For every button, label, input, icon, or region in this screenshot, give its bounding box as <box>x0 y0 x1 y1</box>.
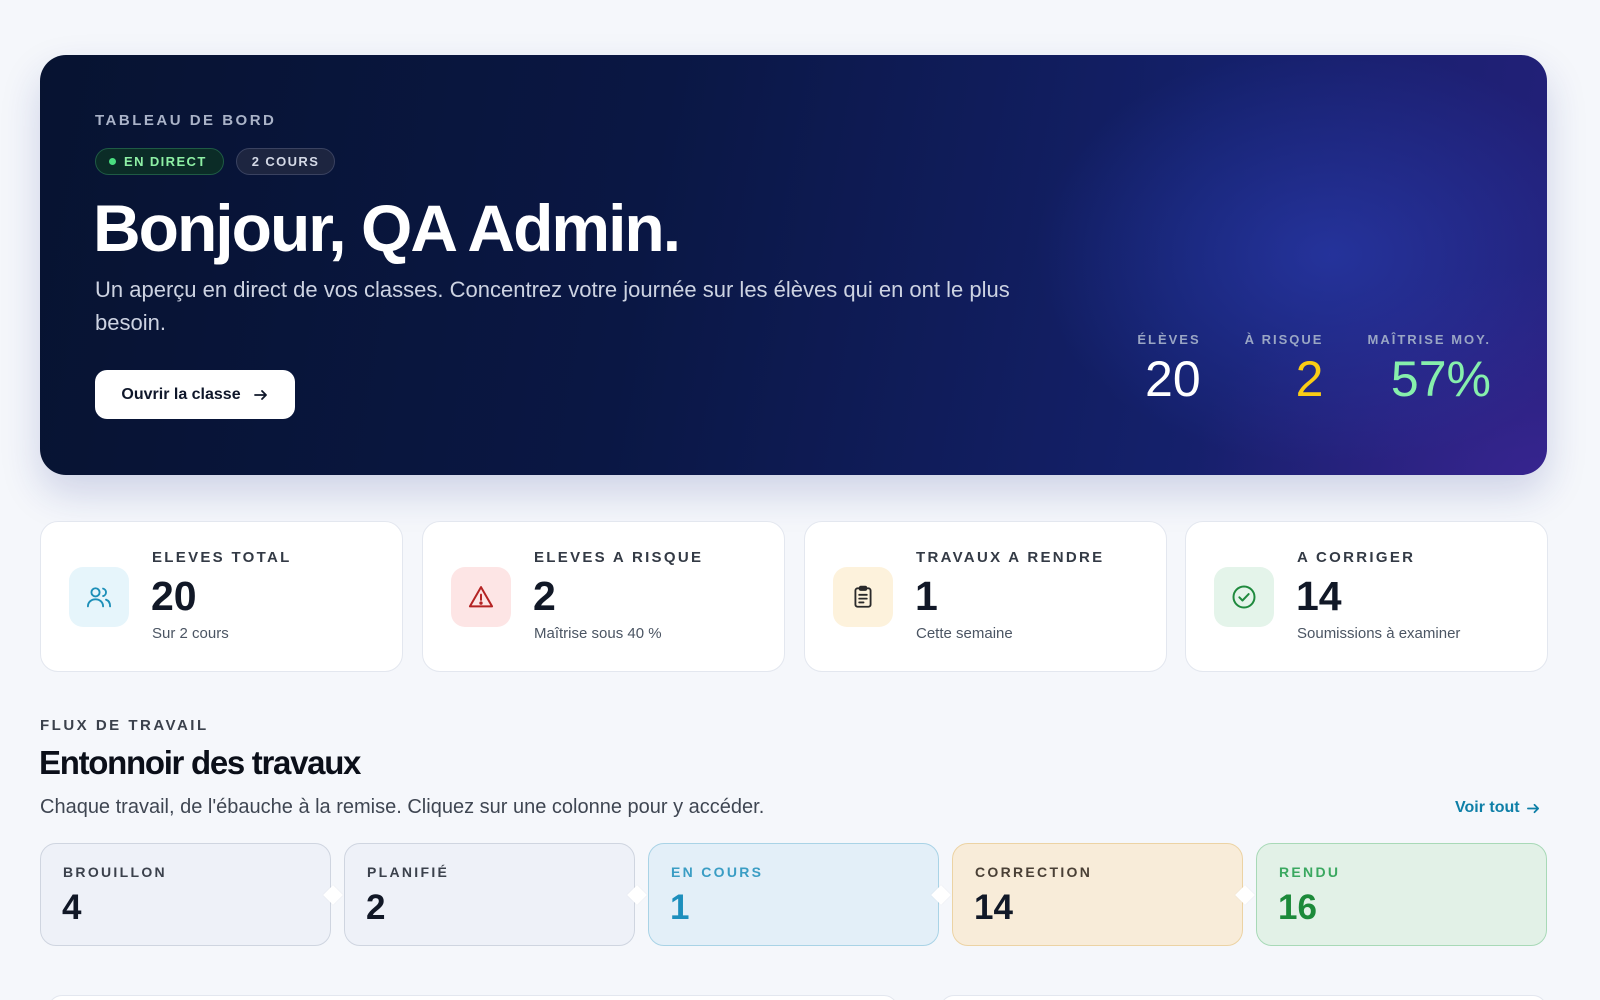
kpi-value: 1 <box>915 573 938 619</box>
stage-label: RENDU <box>1279 864 1341 880</box>
hero-stat-value: 2 <box>1295 351 1324 407</box>
open-class-button[interactable]: Ouvrir la classe <box>95 370 295 419</box>
kpi-label: ELEVES A RISQUE <box>534 549 704 566</box>
live-badge-label: EN DIRECT <box>124 154 207 169</box>
stage-value: 4 <box>62 888 82 927</box>
warning-icon <box>451 567 511 627</box>
funnel-stage-grading[interactable]: CORRECTION 14 <box>952 843 1243 946</box>
open-class-button-label: Ouvrir la classe <box>121 385 241 403</box>
hero-stat-at-risk: À RISQUE 2 <box>1245 332 1324 407</box>
courses-badge: 2 COURS <box>236 148 335 175</box>
hero-stat-label: MAÎTRISE MOY. <box>1367 332 1491 347</box>
kpi-card-to-grade[interactable]: A CORRIGER 14 Soumissions à examiner <box>1185 521 1548 672</box>
kpi-subtext: Sur 2 cours <box>152 625 229 642</box>
hero-stat-students: ÉLÈVES 20 <box>1137 332 1200 407</box>
hero-stat-label: À RISQUE <box>1244 332 1324 347</box>
hero-stat-value: 20 <box>1145 351 1201 407</box>
see-all-label: Voir tout <box>1455 799 1520 816</box>
check-circle-icon <box>1214 567 1274 627</box>
hero-stats: ÉLÈVES 20 À RISQUE 2 MAÎTRISE MOY. 57% <box>1137 332 1491 407</box>
stage-value: 1 <box>670 888 690 927</box>
funnel-stage-in-progress[interactable]: EN COURS 1 <box>648 843 939 946</box>
stage-value: 14 <box>974 888 1013 927</box>
stage-value: 2 <box>366 888 386 927</box>
users-icon <box>69 567 129 627</box>
lower-panel-left <box>48 995 898 1000</box>
live-badge: EN DIRECT <box>95 148 224 175</box>
hero-banner: TABLEAU DE BORD EN DIRECT 2 COURS Bonjou… <box>40 55 1547 475</box>
kpi-subtext: Maîtrise sous 40 % <box>534 625 662 642</box>
funnel-stage-returned[interactable]: RENDU 16 <box>1256 843 1547 946</box>
lower-panel-right <box>940 995 1547 1000</box>
hero-subtitle: Un aperçu en direct de vos classes. Conc… <box>95 277 1010 335</box>
hero-eyebrow: TABLEAU DE BORD <box>95 112 277 129</box>
page-title: Bonjour, QA Admin. <box>93 191 681 265</box>
funnel-stage-planned[interactable]: PLANIFIÉ 2 <box>344 843 635 946</box>
stage-label: BROUILLON <box>63 864 167 880</box>
kpi-card-total-students[interactable]: ELEVES TOTAL 20 Sur 2 cours <box>40 521 403 672</box>
stage-label: CORRECTION <box>975 864 1093 880</box>
kpi-value: 14 <box>1296 573 1342 619</box>
kpi-card-at-risk[interactable]: ELEVES A RISQUE 2 Maîtrise sous 40 % <box>422 521 785 672</box>
arrow-right-icon <box>1526 801 1541 816</box>
hero-stat-value: 57% <box>1390 351 1491 407</box>
stage-label: PLANIFIÉ <box>367 864 450 880</box>
funnel-stage-draft[interactable]: BROUILLON 4 <box>40 843 331 946</box>
kpi-card-assignments-due[interactable]: TRAVAUX A RENDRE 1 Cette semaine <box>804 521 1167 672</box>
kpi-label: A CORRIGER <box>1297 549 1416 566</box>
kpi-label: ELEVES TOTAL <box>152 549 292 566</box>
section-title: Entonnoir des travaux <box>39 744 361 781</box>
clipboard-icon <box>833 567 893 627</box>
section-subtitle: Chaque travail, de l'ébauche à la remise… <box>40 796 765 818</box>
live-dot-icon <box>109 158 116 165</box>
kpi-subtext: Cette semaine <box>916 625 1013 642</box>
see-all-link[interactable]: Voir tout <box>1455 799 1541 817</box>
kpi-label: TRAVAUX A RENDRE <box>916 549 1105 566</box>
kpi-value: 2 <box>533 573 556 619</box>
stage-label: EN COURS <box>671 864 764 880</box>
kpi-subtext: Soumissions à examiner <box>1297 625 1461 642</box>
hero-stat-label: ÉLÈVES <box>1137 332 1201 347</box>
section-eyebrow: FLUX DE TRAVAIL <box>40 717 209 734</box>
stage-value: 16 <box>1278 888 1317 927</box>
arrow-right-icon <box>253 387 269 403</box>
kpi-value: 20 <box>151 573 197 619</box>
hero-stat-mastery: MAÎTRISE MOY. 57% <box>1367 332 1491 407</box>
